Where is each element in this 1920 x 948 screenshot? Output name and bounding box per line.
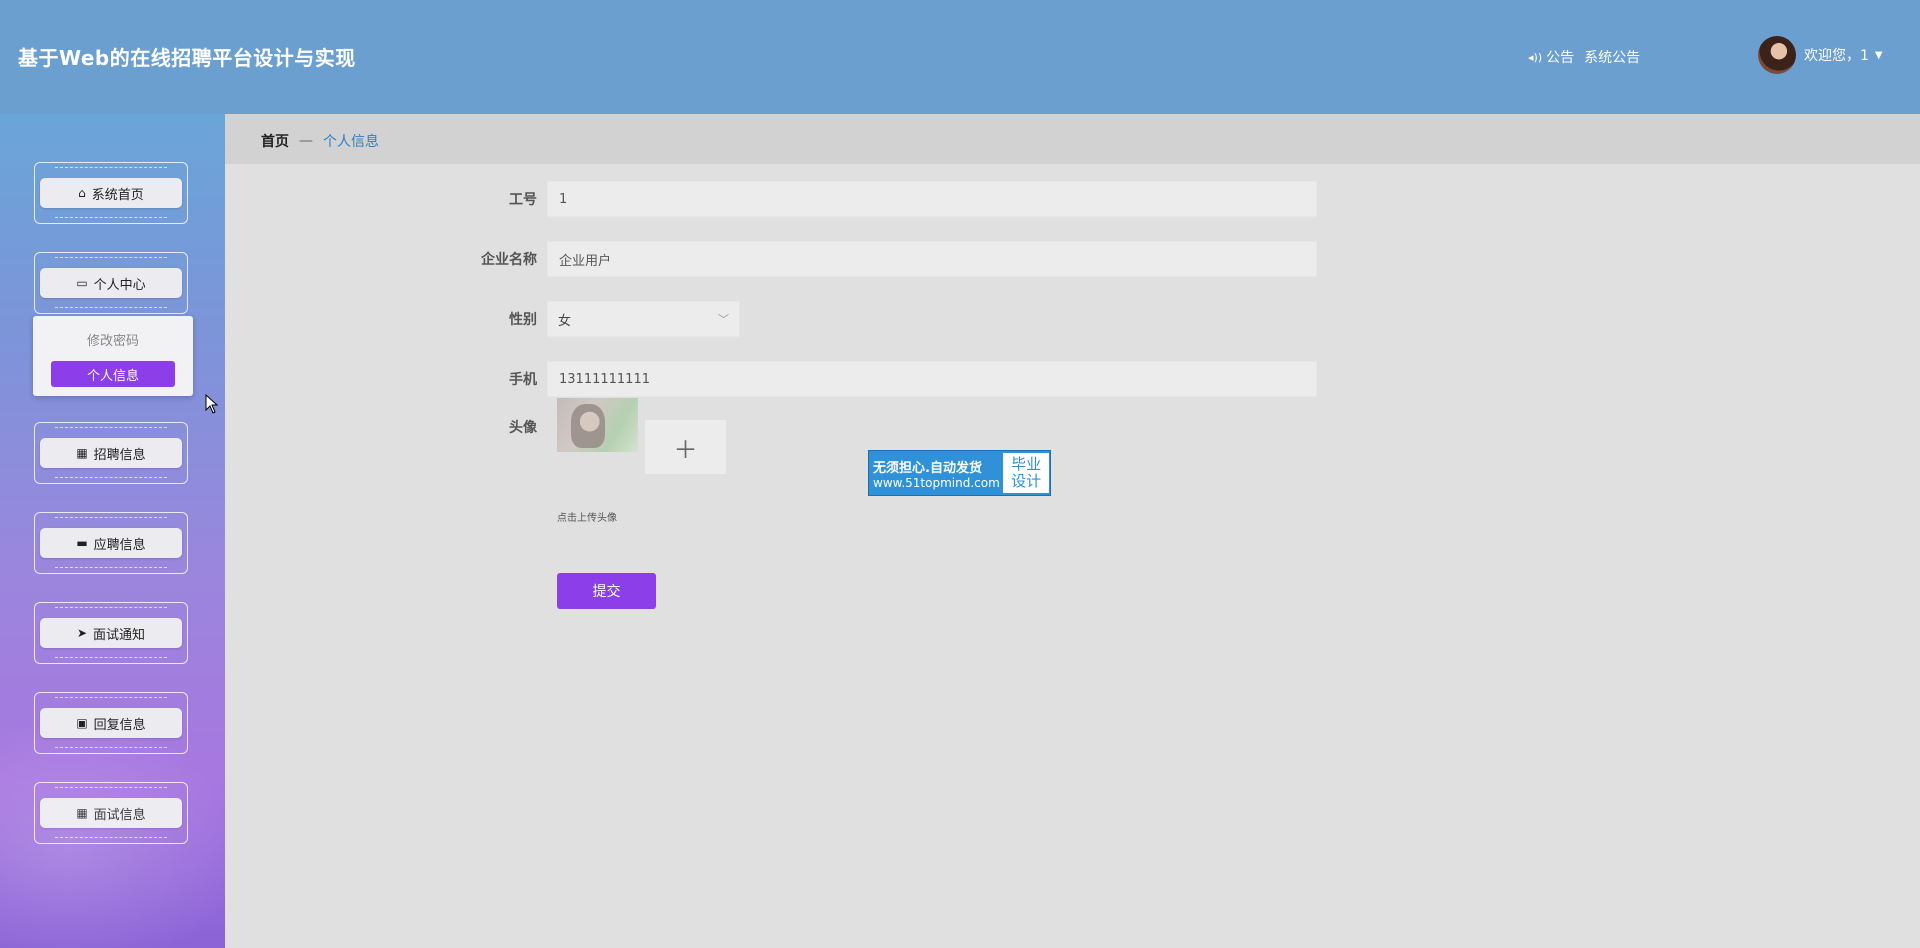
sidebar-button-job-info[interactable]: ▦ 招聘信息 bbox=[40, 438, 182, 468]
form-row-avatar: 头像 bbox=[225, 417, 547, 437]
phone-label: 手机 bbox=[509, 372, 537, 388]
card-icon: ▭ bbox=[76, 276, 88, 290]
sidebar-item-label: 个人中心 bbox=[93, 277, 146, 293]
breadcrumb-current: 个人信息 bbox=[323, 134, 379, 150]
breadcrumb-bar: 首页 — 个人信息 bbox=[225, 114, 1920, 164]
caret-down-icon[interactable]: ▼ bbox=[1875, 50, 1883, 61]
sidebar-button-personal-center[interactable]: ▭ 个人中心 bbox=[40, 268, 182, 298]
sidebar-item-personal-center[interactable]: ▭ 个人中心 bbox=[34, 252, 188, 314]
watermark-line1: 无须担心.自动发货 bbox=[873, 460, 982, 476]
sidebar-button-application-info[interactable]: ▬ 应聘信息 bbox=[40, 528, 182, 558]
breadcrumb: 首页 — 个人信息 bbox=[261, 131, 379, 151]
submit-button[interactable]: 提交 bbox=[557, 573, 656, 609]
watermark-line2: www.51topmind.com bbox=[873, 475, 1000, 490]
breadcrumb-home[interactable]: 首页 bbox=[261, 131, 289, 151]
plus-icon: ＋ bbox=[673, 435, 698, 464]
watermark-side-line1: 毕业 bbox=[1011, 455, 1042, 473]
megaphone-icon: ◂)) bbox=[1528, 50, 1543, 64]
sidebar-item-label: 面试信息 bbox=[93, 807, 146, 823]
avatar-upload-button[interactable]: ＋ bbox=[645, 420, 726, 474]
system-notice-label[interactable]: 系统公告 bbox=[1584, 47, 1640, 67]
sidebar-item-application-info[interactable]: ▬ 应聘信息 bbox=[34, 512, 188, 574]
home-icon: ⌂ bbox=[78, 186, 86, 200]
clipboard-icon: ▣ bbox=[76, 716, 88, 730]
gender-select[interactable]: 女 ﹀ bbox=[547, 301, 740, 337]
employee-id-label: 工号 bbox=[509, 192, 537, 208]
notice-label[interactable]: 公告 bbox=[1546, 47, 1574, 67]
sidebar-item-interview-info[interactable]: ▦ 面试信息 bbox=[34, 782, 188, 844]
form-row-employee-id: 工号 1 bbox=[225, 181, 1317, 217]
form-row-phone: 手机 13111111111 bbox=[225, 361, 1317, 397]
sidebar-item-label: 面试通知 bbox=[93, 627, 146, 643]
menu-frame bbox=[34, 692, 188, 754]
sidebar-button-interview-info[interactable]: ▦ 面试信息 bbox=[40, 798, 182, 828]
user-menu[interactable]: 欢迎您，1 ▼ bbox=[1758, 36, 1883, 74]
chevron-down-icon: ﹀ bbox=[718, 313, 729, 326]
sidebar-button-home[interactable]: ⌂ 系统首页 bbox=[40, 178, 182, 208]
sidebar-item-label: 招聘信息 bbox=[93, 447, 146, 463]
sidebar-button-interview-notice[interactable]: ➤ 面试通知 bbox=[40, 618, 182, 648]
top-header: 基于Web的在线招聘平台设计与实现 ◂)) 公告 系统公告 欢迎您，1 ▼ bbox=[0, 0, 1920, 114]
submenu-item-change-password[interactable]: 修改密码 bbox=[33, 330, 193, 349]
watermark-badge: 无须担心.自动发货 www.51topmind.com 毕业 设计 bbox=[868, 450, 1051, 496]
gender-selected-value: 女 bbox=[558, 313, 572, 329]
main-content: 工号 1 企业名称 企业用户 性别 女 ﹀ 手机 13111111111 头像 … bbox=[225, 164, 1920, 948]
avatar-label: 头像 bbox=[509, 420, 537, 436]
menu-frame bbox=[34, 782, 188, 844]
sidebar-item-reply-info[interactable]: ▣ 回复信息 bbox=[34, 692, 188, 754]
sidebar-item-home[interactable]: ⌂ 系统首页 bbox=[34, 162, 188, 224]
company-name-input[interactable]: 企业用户 bbox=[547, 241, 1317, 277]
sidebar-item-label: 应聘信息 bbox=[93, 537, 146, 553]
breadcrumb-separator: — bbox=[299, 133, 313, 149]
notice-link[interactable]: ◂)) 公告 系统公告 bbox=[1528, 47, 1640, 67]
form-row-company-name: 企业名称 企业用户 bbox=[225, 241, 1317, 277]
avatar[interactable] bbox=[1758, 36, 1796, 74]
submenu-item-personal-info[interactable]: 个人信息 bbox=[51, 361, 175, 387]
grid-icon: ▦ bbox=[76, 446, 88, 460]
sidebar-item-label: 回复信息 bbox=[93, 717, 146, 733]
company-name-label: 企业名称 bbox=[481, 252, 537, 268]
employee-id-input[interactable]: 1 bbox=[547, 181, 1317, 217]
watermark-side-line2: 设计 bbox=[1011, 472, 1042, 490]
sidebar: ⌂ 系统首页 ▭ 个人中心 ▦ 招聘信息 ▬ 应聘信息 ➤ 面试通知 ▣ 回复信… bbox=[0, 114, 225, 948]
sidebar-button-reply-info[interactable]: ▣ 回复信息 bbox=[40, 708, 182, 738]
upload-hint: 点击上传头像 bbox=[557, 513, 617, 524]
phone-input[interactable]: 13111111111 bbox=[547, 361, 1317, 397]
grid-icon: ▦ bbox=[76, 806, 88, 820]
watermark-side: 毕业 设计 bbox=[1003, 453, 1049, 493]
sidebar-item-label: 系统首页 bbox=[91, 187, 144, 203]
personal-center-submenu: 修改密码 个人信息 bbox=[33, 316, 193, 396]
watermark-text: 无须担心.自动发货 www.51topmind.com bbox=[869, 451, 1003, 495]
send-icon: ➤ bbox=[76, 626, 88, 640]
sidebar-item-interview-notice[interactable]: ➤ 面试通知 bbox=[34, 602, 188, 664]
avatar-preview-image[interactable] bbox=[557, 398, 638, 452]
app-title: 基于Web的在线招聘平台设计与实现 bbox=[18, 46, 356, 70]
gender-label: 性别 bbox=[509, 312, 537, 328]
mouse-cursor-icon bbox=[205, 394, 219, 414]
welcome-text[interactable]: 欢迎您，1 bbox=[1804, 45, 1869, 65]
sidebar-item-job-info[interactable]: ▦ 招聘信息 bbox=[34, 422, 188, 484]
monitor-icon: ▬ bbox=[76, 536, 88, 550]
form-row-gender: 性别 女 ﹀ bbox=[225, 301, 740, 337]
